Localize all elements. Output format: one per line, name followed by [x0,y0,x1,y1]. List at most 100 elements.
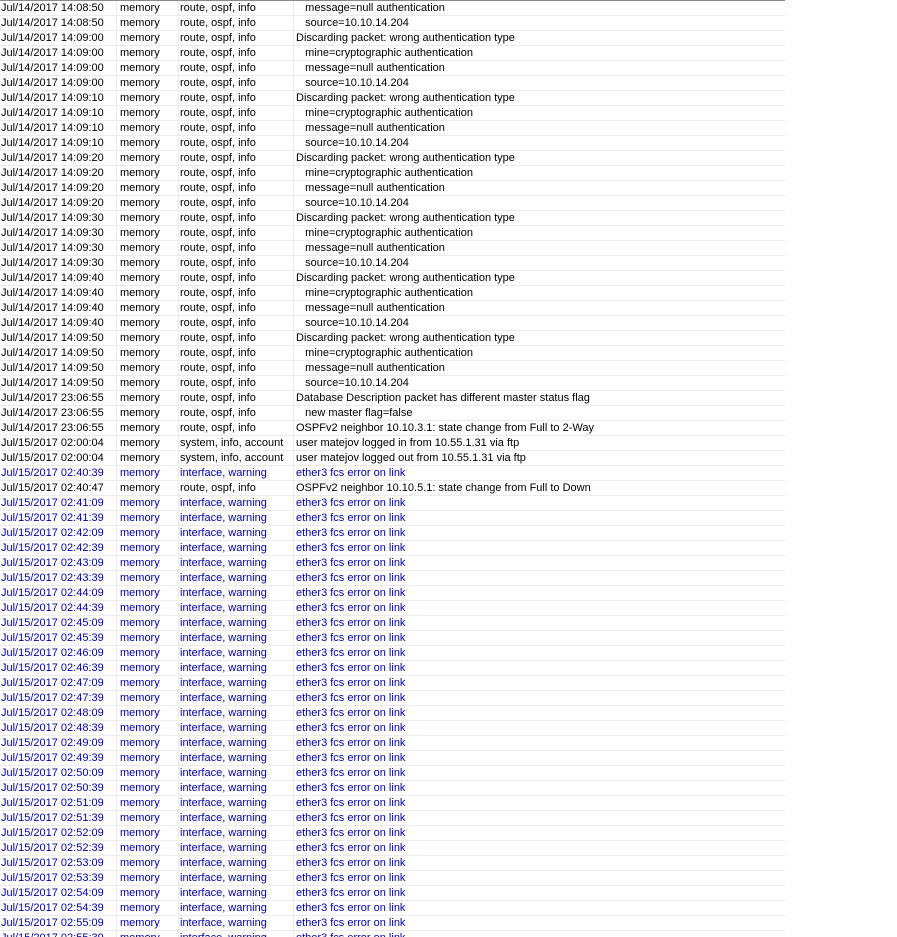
log-row[interactable]: Jul/15/2017 02:51:39 memory interface, war… [0,811,785,826]
log-message: ether3 fcs error on link [296,917,406,929]
column-divider [178,601,179,615]
log-row[interactable]: Jul/14/2017 14:09:30 memory route, ospf, i… [0,241,785,256]
log-row[interactable]: Jul/15/2017 02:40:47 memory route, ospf, i… [0,481,785,496]
log-row[interactable]: Jul/15/2017 02:41:09 memory interface, war… [0,496,785,511]
log-row[interactable]: Jul/15/2017 02:53:39 memory interface, war… [0,871,785,886]
log-row[interactable]: Jul/14/2017 14:09:00 memory route, ospf, i… [0,31,785,46]
log-topics: route, ospf, info [180,332,256,344]
column-divider [293,931,294,937]
log-time: Jul/14/2017 14:09:50 [1,362,104,374]
log-row[interactable]: Jul/15/2017 02:53:09 memory interface, war… [0,856,785,871]
log-row[interactable]: Jul/14/2017 14:09:50 memory route, ospf, i… [0,376,785,391]
log-row[interactable]: Jul/14/2017 14:09:50 memory route, ospf, i… [0,346,785,361]
log-row[interactable]: Jul/15/2017 02:43:09 memory interface, war… [0,556,785,571]
log-row[interactable]: Jul/15/2017 02:48:09 memory interface, war… [0,706,785,721]
log-row[interactable]: Jul/15/2017 02:50:09 memory interface, war… [0,766,785,781]
log-row[interactable]: Jul/14/2017 14:09:30 memory route, ospf, i… [0,256,785,271]
log-row[interactable]: Jul/15/2017 02:49:09 memory interface, war… [0,736,785,751]
column-divider [116,766,117,780]
log-topics: route, ospf, info [180,137,256,149]
log-row[interactable]: Jul/14/2017 14:09:20 memory route, ospf, i… [0,181,785,196]
log-row[interactable]: Jul/15/2017 02:52:09 memory interface, war… [0,826,785,841]
column-divider [293,541,294,555]
log-row[interactable]: Jul/14/2017 14:09:40 memory route, ospf, i… [0,271,785,286]
log-row[interactable]: Jul/14/2017 14:09:30 memory route, ospf, i… [0,226,785,241]
log-row[interactable]: Jul/15/2017 02:54:09 memory interface, war… [0,886,785,901]
log-row[interactable]: Jul/15/2017 02:00:04 memory system, info, … [0,451,785,466]
log-row[interactable]: Jul/14/2017 14:09:20 memory route, ospf, i… [0,151,785,166]
log-row[interactable]: Jul/14/2017 14:08:50 memory route, ospf, i… [0,1,785,16]
log-row[interactable]: Jul/15/2017 02:44:09 memory interface, war… [0,586,785,601]
log-topics: interface, warning [180,887,267,899]
log-row[interactable]: Jul/14/2017 14:09:00 memory route, ospf, i… [0,61,785,76]
log-row[interactable]: Jul/15/2017 02:47:39 memory interface, war… [0,691,785,706]
log-row[interactable]: Jul/15/2017 02:45:39 memory interface, war… [0,631,785,646]
log-message: message=null authentication [296,242,445,254]
log-buffer: memory [120,182,160,194]
log-row[interactable]: Jul/15/2017 02:40:39 memory interface, war… [0,466,785,481]
log-row[interactable]: Jul/15/2017 02:00:04 memory system, info, … [0,436,785,451]
log-row[interactable]: Jul/15/2017 02:44:39 memory interface, war… [0,601,785,616]
log-row[interactable]: Jul/14/2017 14:09:10 memory route, ospf, i… [0,121,785,136]
log-time: Jul/15/2017 02:54:09 [1,887,104,899]
log-row[interactable]: Jul/14/2017 14:09:10 memory route, ospf, i… [0,136,785,151]
log-row[interactable]: Jul/14/2017 23:06:55 memory route, ospf, i… [0,406,785,421]
column-divider [116,481,117,495]
log-row[interactable]: Jul/15/2017 02:50:39 memory interface, war… [0,781,785,796]
log-row[interactable]: Jul/14/2017 14:09:40 memory route, ospf, i… [0,286,785,301]
log-row[interactable]: Jul/15/2017 02:45:09 memory interface, war… [0,616,785,631]
log-message: message=null authentication [296,62,445,74]
log-row[interactable]: Jul/15/2017 02:48:39 memory interface, war… [0,721,785,736]
column-divider [293,76,294,90]
column-divider [293,46,294,60]
log-row[interactable]: Jul/14/2017 14:09:30 memory route, ospf, i… [0,211,785,226]
column-divider [116,151,117,165]
column-divider [178,391,179,405]
log-message: ether3 fcs error on link [296,887,406,899]
log-row[interactable]: Jul/14/2017 23:06:55 memory route, ospf, i… [0,391,785,406]
log-row[interactable]: Jul/15/2017 02:55:09 memory interface, war… [0,916,785,931]
log-row[interactable]: Jul/15/2017 02:42:09 memory interface, war… [0,526,785,541]
log-row[interactable]: Jul/14/2017 14:09:00 memory route, ospf, i… [0,46,785,61]
log-row[interactable]: Jul/15/2017 02:47:09 memory interface, war… [0,676,785,691]
log-row[interactable]: Jul/15/2017 02:46:39 memory interface, war… [0,661,785,676]
log-row[interactable]: Jul/14/2017 14:08:50 memory route, ospf, i… [0,16,785,31]
log-row[interactable]: Jul/14/2017 14:09:40 memory route, ospf, i… [0,301,785,316]
log-row[interactable]: Jul/15/2017 02:42:39 memory interface, war… [0,541,785,556]
column-divider [178,706,179,720]
log-buffer: memory [120,797,160,809]
log-row[interactable]: Jul/14/2017 23:06:55 memory route, ospf, i… [0,421,785,436]
log-row[interactable]: Jul/14/2017 14:09:20 memory route, ospf, i… [0,196,785,211]
log-time: Jul/14/2017 14:09:30 [1,257,104,269]
column-divider [293,211,294,225]
column-divider [178,526,179,540]
log-row[interactable]: Jul/14/2017 14:09:00 memory route, ospf, i… [0,76,785,91]
log-row[interactable]: Jul/15/2017 02:52:39 memory interface, war… [0,841,785,856]
log-row[interactable]: Jul/15/2017 02:49:39 memory interface, war… [0,751,785,766]
log-row[interactable]: Jul/15/2017 02:55:39 memoryinterface, war… [0,931,785,937]
log-topics: route, ospf, info [180,287,256,299]
column-divider [116,16,117,30]
log-topics: interface, warning [180,752,267,764]
log-time: Jul/15/2017 02:42:09 [1,527,104,539]
log-row[interactable]: Jul/15/2017 02:51:09 memory interface, war… [0,796,785,811]
log-row[interactable]: Jul/15/2017 02:43:39 memory interface, war… [0,571,785,586]
column-divider [178,346,179,360]
log-time: Jul/15/2017 02:44:09 [1,587,104,599]
log-row[interactable]: Jul/14/2017 14:09:40 memory route, ospf, i… [0,316,785,331]
log-time: Jul/14/2017 14:09:50 [1,347,104,359]
column-divider [178,316,179,330]
log-message: message=null authentication [296,182,445,194]
log-row[interactable]: Jul/14/2017 14:09:10 memory route, ospf, i… [0,91,785,106]
log-message: ether3 fcs error on link [296,662,406,674]
log-row[interactable]: Jul/14/2017 14:09:20 memory route, ospf, i… [0,166,785,181]
log-time: Jul/14/2017 14:09:50 [1,377,104,389]
log-row[interactable]: Jul/14/2017 14:09:50 memory route, ospf, i… [0,331,785,346]
log-row[interactable]: Jul/14/2017 14:09:10 memory route, ospf, i… [0,106,785,121]
log-row[interactable]: Jul/14/2017 14:09:50 memory route, ospf, i… [0,361,785,376]
log-row[interactable]: Jul/15/2017 02:46:09 memory interface, war… [0,646,785,661]
log-row[interactable]: Jul/15/2017 02:54:39 memory interface, war… [0,901,785,916]
log-message: mine=cryptographic authentication [296,287,474,299]
column-divider [293,601,294,615]
log-row[interactable]: Jul/15/2017 02:41:39 memory interface, war… [0,511,785,526]
